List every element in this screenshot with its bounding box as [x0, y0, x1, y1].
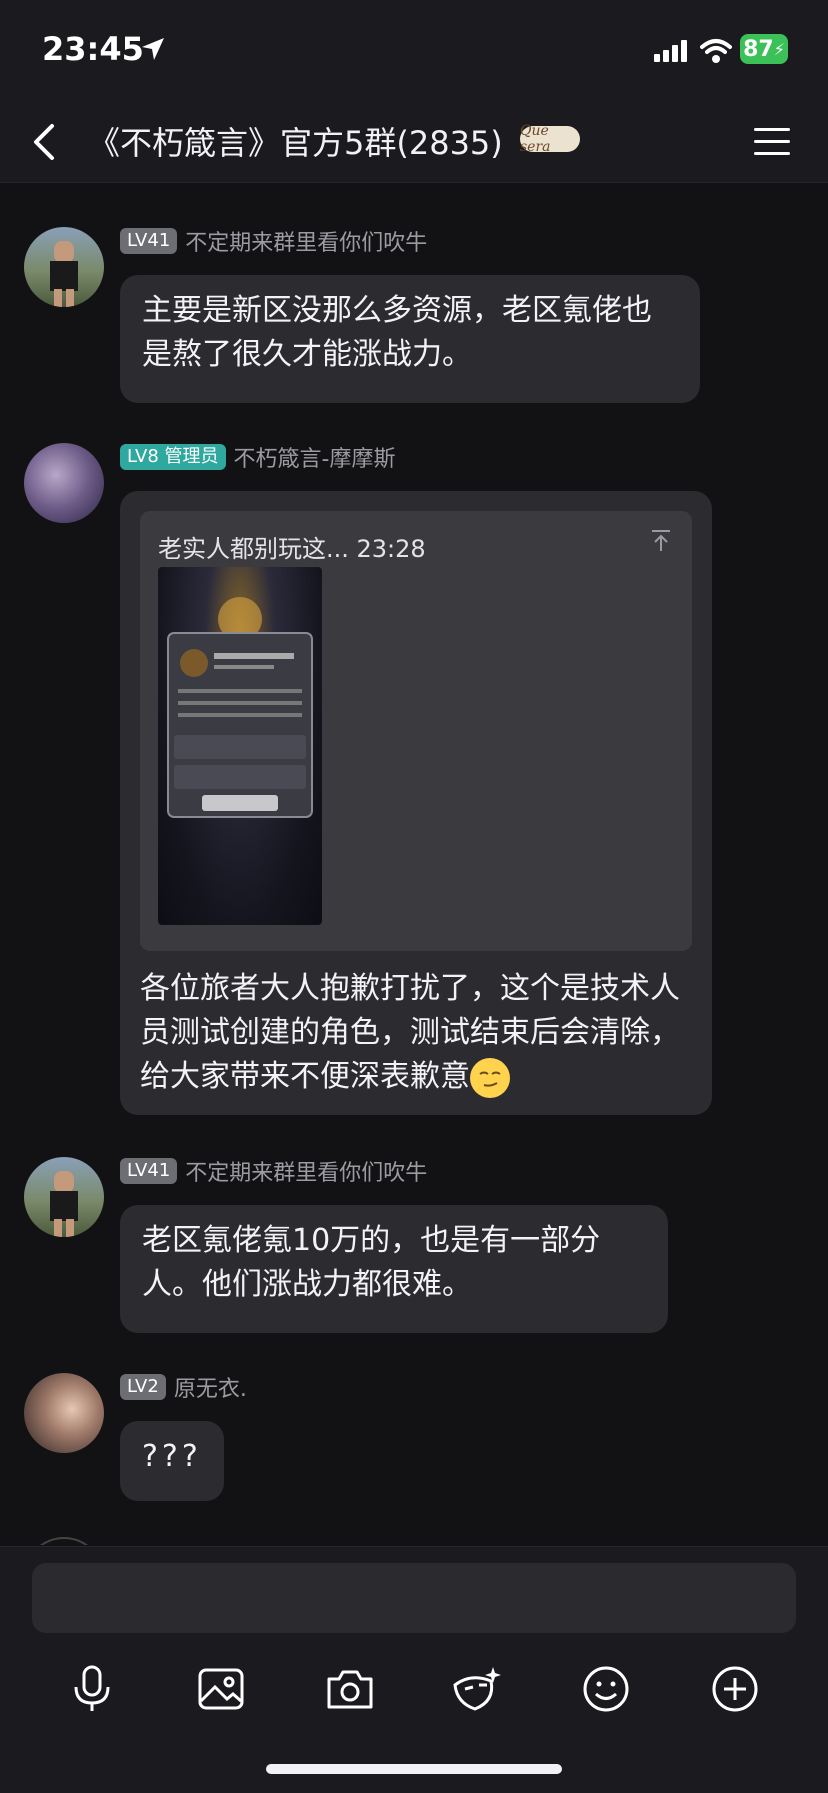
message-text: 各位旅者大人抱歉打扰了，这个是技术人员测试创建的角色，测试结束后会清除，给大家带… [140, 967, 700, 1099]
quote-header: 老实人都别玩这... 23:28 [158, 535, 426, 563]
avatar[interactable] [24, 1537, 104, 1545]
toolbar-camera[interactable] [322, 1661, 378, 1717]
quoted-message[interactable]: 老实人都别玩这... 23:28 [140, 511, 692, 951]
home-indicator[interactable] [266, 1764, 562, 1774]
level-badge: LV41 [120, 228, 178, 254]
camera-icon [327, 1670, 373, 1709]
battery-level: 87 [743, 36, 774, 62]
back-chevron-icon[interactable] [26, 120, 66, 164]
level-badge: LV41 [120, 1158, 178, 1184]
sticker-icon [453, 1667, 501, 1711]
sender-meta: LV41 不定期来群里看你们吹牛 [120, 225, 427, 257]
message-bubble[interactable]: 老实人都别玩这... 23:28 各位旅者大人抱歉打扰了，这个是技术人员测试创建… [120, 491, 712, 1115]
message-item: LV41 不定期来群里看你们吹牛 老区氪佬氪10万的，也是有一部分人。他们涨战力… [0, 1157, 828, 1337]
level-badge: LV2 [120, 1374, 166, 1400]
mic-icon [74, 1665, 110, 1711]
sender-name[interactable]: 不定期来群里看你们吹牛 [185, 225, 427, 257]
location-arrow-icon [142, 38, 164, 60]
toolbar-plus[interactable] [707, 1661, 763, 1717]
message-list[interactable]: LV41 不定期来群里看你们吹牛 主要是新区没那么多资源，老区氪佬也是熬了很久才… [0, 183, 828, 1545]
sender-meta: LV41 不定期来群里看你们吹牛 [120, 1155, 427, 1187]
wifi-icon [700, 39, 732, 63]
avatar[interactable] [24, 1157, 104, 1237]
chat-header: 《不朽箴言》官方5群(2835) Que sera [0, 100, 828, 183]
hamburger-menu-icon[interactable] [752, 122, 792, 162]
group-tag-badge: Que sera [520, 123, 580, 155]
status-bar: 23:45 87 ⚡ [0, 0, 828, 100]
toolbar-sticker[interactable] [449, 1661, 505, 1717]
scroll-to-original-icon[interactable] [650, 529, 672, 553]
toolbar-image[interactable] [193, 1661, 249, 1717]
status-time: 23:45 [42, 30, 144, 68]
battery-indicator: 87 ⚡ [740, 34, 788, 64]
message-item: LV2 原无衣. ??? [0, 1373, 828, 1513]
image-icon [198, 1668, 244, 1710]
sender-meta: LV2 原无衣. [120, 1371, 247, 1403]
message-item: LV8 管理员 不朽箴言-摩摩斯 老实人都别玩这... 23:28 各位旅者大人… [0, 441, 828, 1115]
message-text-body: 各位旅者大人抱歉打扰了，这个是技术人员测试创建的角色，测试结束后会清除，给大家带… [140, 971, 680, 1094]
quoted-game-screenshot[interactable] [158, 567, 322, 925]
sender-name[interactable]: 不朽箴言-摩摩斯 [234, 441, 396, 473]
level-admin-badge: LV8 管理员 [120, 444, 226, 470]
avatar[interactable] [24, 1373, 104, 1453]
emoji-icon [583, 1666, 629, 1712]
sender-name[interactable]: 原无衣. [174, 1371, 247, 1403]
message-bubble[interactable]: 老区氪佬氪10万的，也是有一部分人。他们涨战力都很难。 [120, 1205, 668, 1333]
sender-meta: LV8 管理员 不朽箴言-摩摩斯 [120, 441, 396, 473]
group-title[interactable]: 《不朽箴言》官方5群(2835) [88, 118, 503, 164]
plus-icon [712, 1666, 758, 1712]
toolbar-mic[interactable] [64, 1661, 120, 1717]
message-item: LV41 不定期来群里看你们吹牛 主要是新区没那么多资源，老区氪佬也是熬了很久才… [0, 227, 828, 407]
message-bubble[interactable]: ??? [120, 1421, 224, 1501]
cellular-signal-icon [654, 40, 687, 62]
message-bubble[interactable]: 主要是新区没那么多资源，老区氪佬也是熬了很久才能涨战力。 [120, 275, 700, 403]
toolbar-emoji[interactable] [578, 1661, 634, 1717]
avatar[interactable] [24, 443, 104, 523]
avatar[interactable] [24, 227, 104, 307]
composer-bar [0, 1546, 828, 1793]
smirk-emoji-icon [470, 1057, 510, 1098]
sender-name[interactable]: 不定期来群里看你们吹牛 [185, 1155, 427, 1187]
message-input[interactable] [32, 1563, 796, 1633]
